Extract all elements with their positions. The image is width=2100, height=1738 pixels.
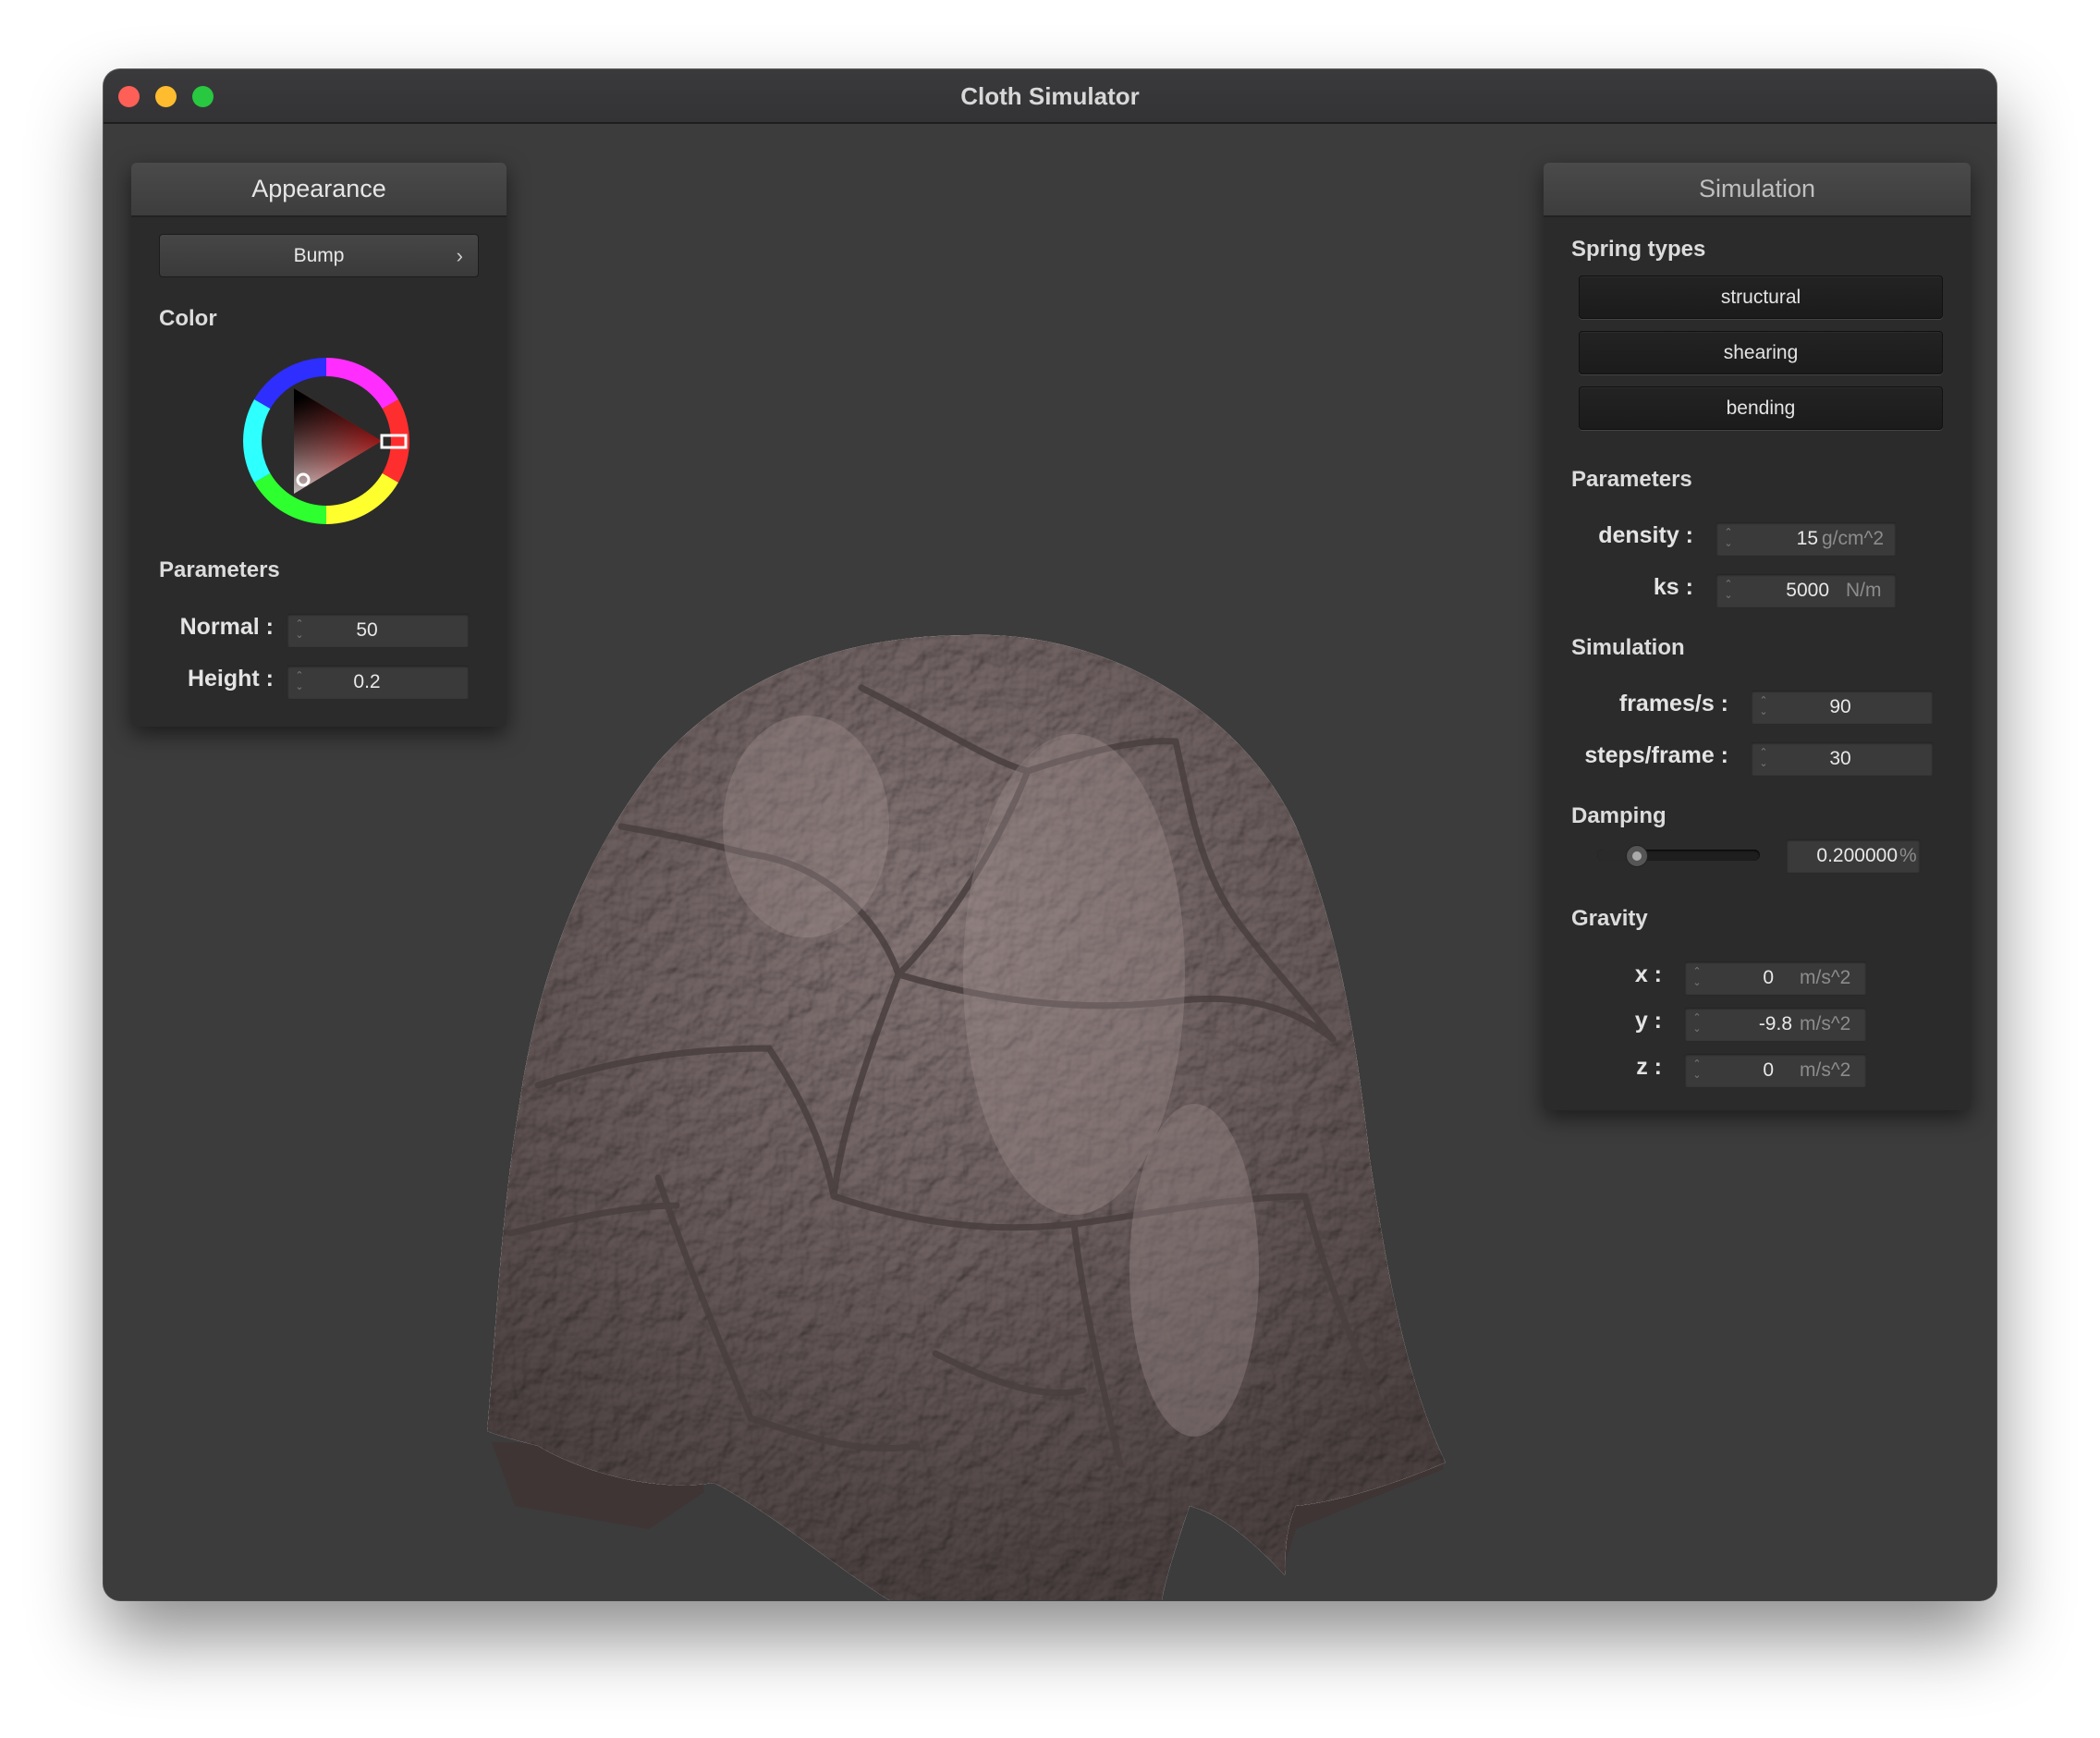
color-label: Color (159, 306, 217, 331)
appearance-parameters-label: Parameters (159, 557, 280, 582)
height-value: 0.2 (353, 671, 381, 692)
gravity-y-unit: m/s^2 (1800, 1013, 1851, 1034)
gravity-z-input[interactable]: ⌃ ⌄ 0 m/s^2 (1684, 1053, 1867, 1088)
spinner-icon[interactable]: ⌃ ⌄ (293, 618, 306, 643)
spring-structural-toggle[interactable]: structural (1579, 275, 1943, 319)
normal-value: 50 (356, 619, 378, 641)
spinner-icon[interactable]: ⌃ ⌄ (1722, 579, 1735, 603)
spring-shearing-toggle[interactable]: shearing (1579, 331, 1943, 374)
gravity-x-label: x : (1634, 961, 1662, 987)
gravity-z-value: 0 (1763, 1059, 1774, 1081)
height-input[interactable]: ⌃ ⌄ 0.2 (287, 665, 470, 700)
damping-slider[interactable] (1597, 845, 1760, 867)
chevron-right-icon: › (456, 244, 463, 267)
gravity-y-value: -9.8 (1758, 1013, 1792, 1034)
fps-input[interactable]: ⌃ ⌄ 90 (1751, 690, 1934, 725)
spinner-icon[interactable]: ⌃ ⌄ (1691, 1012, 1703, 1036)
spring-types-label: Spring types (1571, 237, 1706, 262)
gravity-x-input[interactable]: ⌃ ⌄ 0 m/s^2 (1684, 961, 1867, 996)
title-bar[interactable]: Cloth Simulator (104, 69, 1996, 124)
appearance-panel-header[interactable]: Appearance (131, 163, 507, 217)
app-window: Cloth Simulator Appearance Bump › Color … (104, 69, 1996, 1600)
spinner-icon[interactable]: ⌃ ⌄ (1691, 966, 1703, 990)
fps-label: frames/s : (1618, 691, 1728, 716)
appearance-panel: Appearance Bump › Color Parameters Norma… (131, 163, 507, 727)
spring-bending-toggle[interactable]: bending (1579, 386, 1943, 430)
damping-unit: % (1899, 845, 1917, 866)
density-label: density : (1598, 522, 1693, 548)
spinner-icon[interactable]: ⌃ ⌄ (1722, 527, 1735, 551)
simulation-panel-header[interactable]: Simulation (1544, 163, 1971, 217)
spinner-icon[interactable]: ⌃ ⌄ (1757, 695, 1770, 719)
density-input[interactable]: ⌃ ⌄ 15 g/cm^2 (1715, 521, 1897, 557)
ks-input[interactable]: ⌃ ⌄ 5000 N/m (1715, 573, 1897, 608)
damping-label: Damping (1571, 803, 1667, 828)
ks-value: 5000 (1786, 580, 1829, 601)
shader-select[interactable]: Bump › (159, 234, 479, 277)
gravity-y-label: y : (1634, 1008, 1662, 1034)
spinner-icon[interactable]: ⌃ ⌄ (293, 670, 306, 694)
spinner-icon[interactable]: ⌃ ⌄ (1691, 1059, 1703, 1083)
window-title: Cloth Simulator (960, 82, 1140, 110)
fps-value: 90 (1829, 696, 1851, 717)
simulation-section-label: Simulation (1571, 635, 1685, 660)
simulation-parameters-label: Parameters (1571, 467, 1692, 492)
density-unit: g/cm^2 (1822, 528, 1885, 549)
shader-select-value: Bump (293, 245, 345, 266)
density-value: 15 (1796, 528, 1818, 549)
damping-input[interactable]: 0.200000 % (1786, 838, 1921, 874)
gravity-y-input[interactable]: ⌃ ⌄ -9.8 m/s^2 (1684, 1007, 1867, 1042)
ks-label: ks : (1653, 574, 1693, 600)
cloth-mesh (487, 634, 1446, 1600)
gravity-x-unit: m/s^2 (1800, 967, 1851, 988)
simulation-panel: Simulation Spring types structural shear… (1544, 163, 1971, 1110)
gravity-z-label: z : (1636, 1054, 1662, 1080)
height-label: Height : (187, 666, 274, 692)
normal-input[interactable]: ⌃ ⌄ 50 (287, 613, 470, 648)
spinner-icon[interactable]: ⌃ ⌄ (1757, 747, 1770, 771)
steps-label: steps/frame : (1584, 742, 1728, 768)
normal-label: Normal : (179, 614, 274, 640)
damping-value: 0.200000 (1816, 845, 1898, 866)
3d-viewport[interactable]: Appearance Bump › Color Parameters Norma… (104, 124, 1996, 1600)
damping-slider-handle[interactable] (1625, 845, 1648, 867)
steps-value: 30 (1829, 748, 1851, 769)
gravity-label: Gravity (1571, 906, 1648, 931)
ks-unit: N/m (1846, 580, 1882, 601)
color-wheel[interactable] (238, 353, 414, 529)
steps-input[interactable]: ⌃ ⌄ 30 (1751, 741, 1934, 777)
gravity-x-value: 0 (1763, 967, 1774, 988)
gravity-z-unit: m/s^2 (1800, 1059, 1851, 1081)
